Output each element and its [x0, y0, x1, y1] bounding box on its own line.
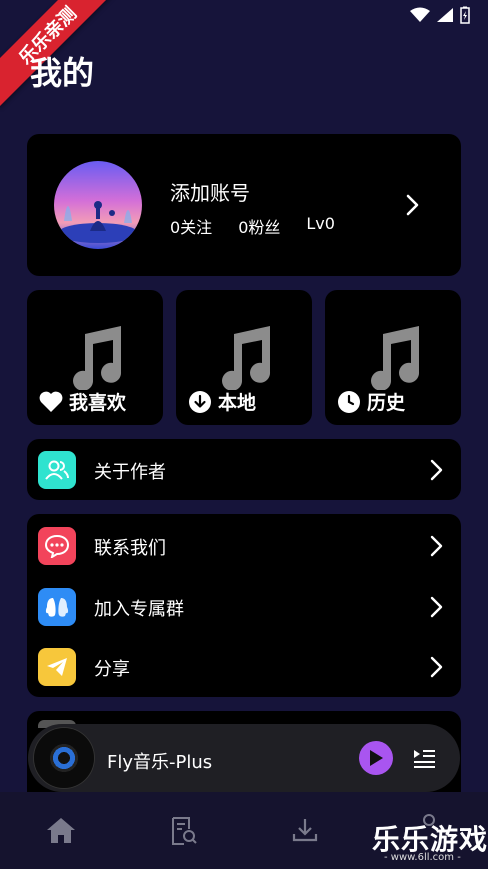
page-title: 我的 [30, 54, 95, 92]
watermark-url: - www.6ll.com - [384, 852, 461, 863]
chevron-right-icon[interactable] [400, 192, 424, 218]
menu-label: 关于作者 [94, 462, 166, 483]
signal-icon [437, 8, 453, 22]
account-stats: 0关注 0粉丝 Lv0 [170, 214, 335, 238]
home-icon[interactable] [46, 816, 76, 844]
menu-label: 联系我们 [94, 538, 166, 559]
menu-item-about[interactable]: 关于作者 [27, 439, 461, 499]
music-note-icon [73, 326, 122, 390]
search-list-icon[interactable] [170, 816, 198, 846]
tile-label: 我喜欢 [69, 392, 127, 414]
battery-icon [460, 6, 470, 24]
chat-bubble-icon [38, 527, 76, 565]
menu-label: 加入专属群 [94, 599, 184, 620]
chevron-right-icon [430, 459, 443, 481]
chevron-right-icon [430, 596, 443, 618]
playlist-icon[interactable] [412, 746, 436, 770]
album-disc[interactable] [34, 728, 94, 788]
send-icon [38, 648, 76, 686]
player-title[interactable]: Fly音乐-Plus [107, 748, 212, 774]
play-button[interactable] [359, 741, 393, 775]
follow-count[interactable]: 0关注 [170, 214, 212, 238]
status-icons [410, 6, 470, 24]
play-icon [370, 750, 383, 766]
download-icon[interactable] [291, 816, 319, 844]
avatar[interactable] [54, 161, 142, 249]
account-name[interactable]: 添加账号 [170, 177, 250, 206]
heart-icon [39, 391, 63, 412]
tile-favorites[interactable]: 我喜欢 [27, 290, 163, 425]
menu-label: 分享 [94, 659, 130, 680]
music-note-icon [222, 326, 271, 390]
menu-item-share[interactable]: 分享 [27, 636, 461, 696]
tile-label: 历史 [367, 392, 406, 414]
menu-group-card: 联系我们 加入专属群 分享 [27, 514, 461, 697]
about-card: 关于作者 [27, 439, 461, 500]
menu-item-contact[interactable]: 联系我们 [27, 515, 461, 575]
tile-label: 本地 [218, 392, 257, 414]
qq-icon [38, 588, 76, 626]
wifi-icon [410, 7, 430, 22]
level-badge: Lv0 [306, 214, 335, 233]
tile-history[interactable]: 历史 [325, 290, 461, 425]
chevron-right-icon [430, 656, 443, 678]
fans-count[interactable]: 0粉丝 [238, 214, 280, 238]
menu-item-join-group[interactable]: 加入专属群 [27, 576, 461, 636]
tile-local[interactable]: 本地 [176, 290, 312, 425]
clock-icon [338, 390, 360, 413]
chevron-right-icon [430, 535, 443, 557]
download-circle-icon [189, 390, 211, 413]
music-note-icon [371, 326, 420, 390]
contacts-icon [38, 451, 76, 489]
